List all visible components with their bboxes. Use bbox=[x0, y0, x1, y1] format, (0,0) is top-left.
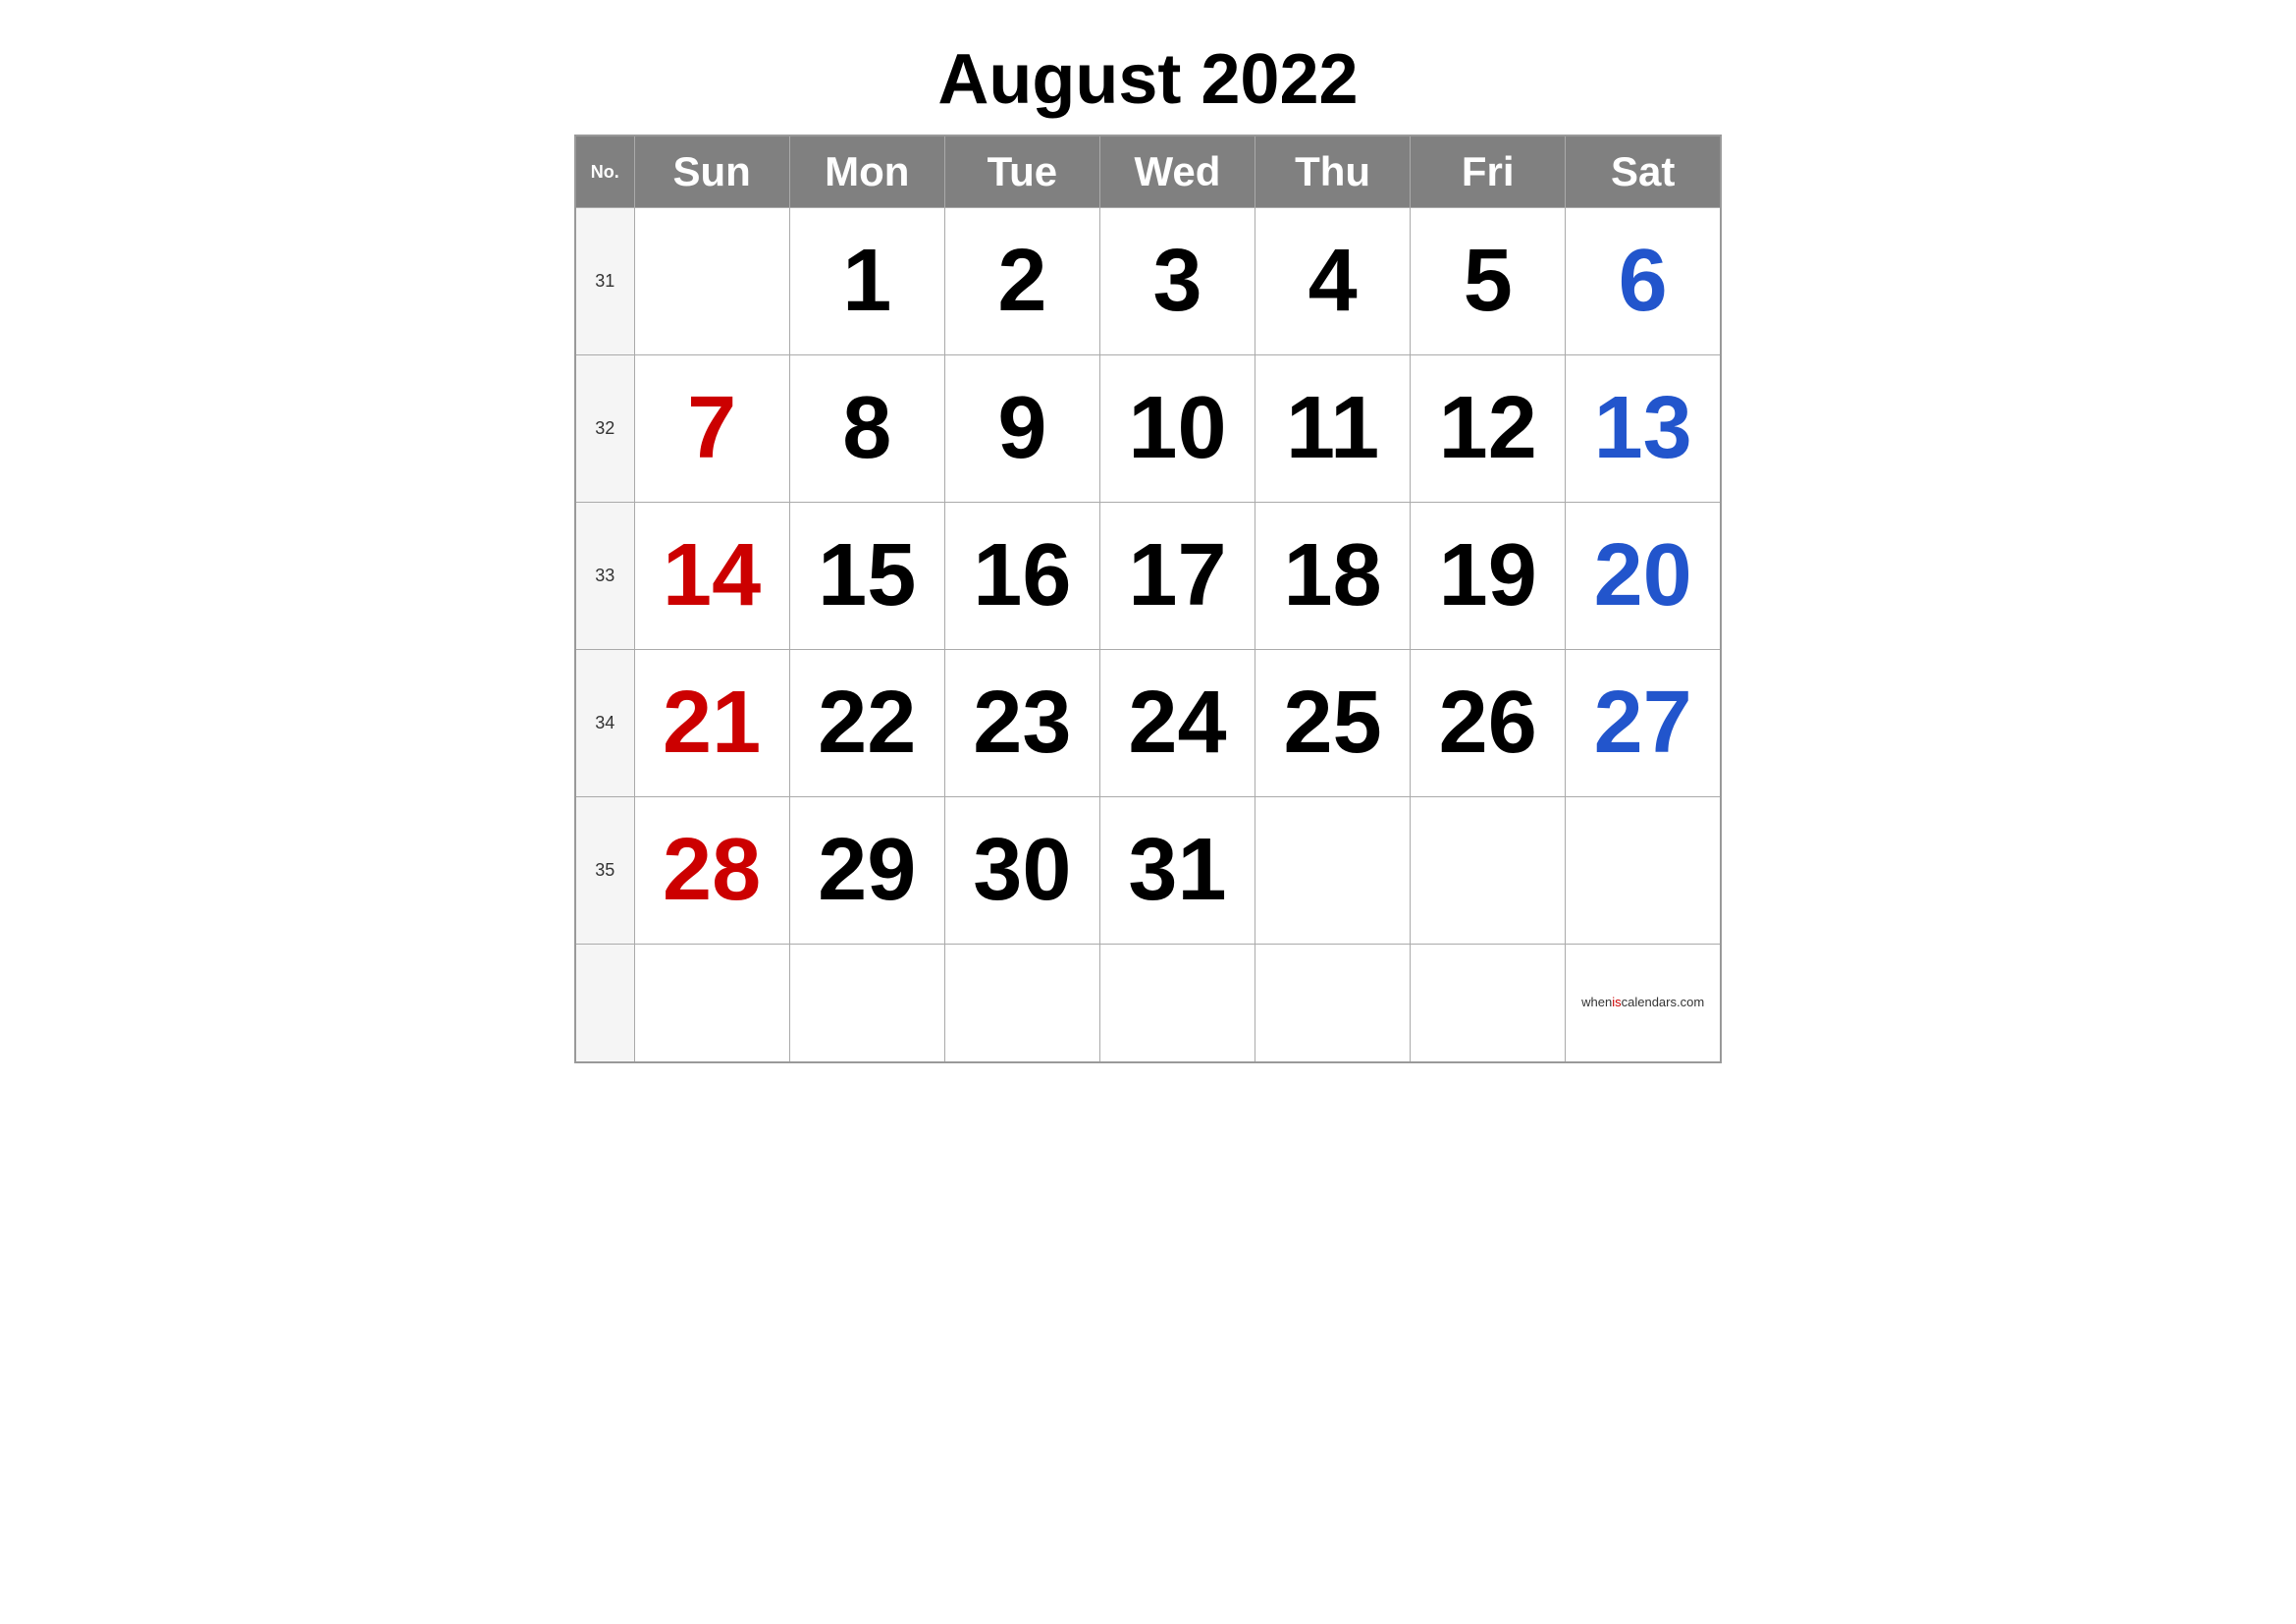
header-wed: Wed bbox=[1099, 135, 1255, 208]
header-thu: Thu bbox=[1255, 135, 1411, 208]
day-cell: 29 bbox=[789, 797, 944, 945]
header-mon: Mon bbox=[789, 135, 944, 208]
header-row: No. Sun Mon Tue Wed Thu Fri Sat bbox=[575, 135, 1721, 208]
day-cell: 31 bbox=[1099, 797, 1255, 945]
day-cell: 17 bbox=[1099, 503, 1255, 650]
day-cell: 28 bbox=[634, 797, 789, 945]
last-row: wheniscalendars.com bbox=[575, 945, 1721, 1062]
week-row: 31 123456 bbox=[575, 208, 1721, 355]
day-cell: 9 bbox=[944, 355, 1099, 503]
watermark-text: wheniscalendars.com bbox=[1581, 995, 1704, 1009]
day-cell: 16 bbox=[944, 503, 1099, 650]
day-cell bbox=[634, 208, 789, 355]
day-cell-empty bbox=[789, 945, 944, 1062]
day-cell: 25 bbox=[1255, 650, 1411, 797]
day-cell: 13 bbox=[1566, 355, 1721, 503]
day-cell: 26 bbox=[1411, 650, 1566, 797]
header-no: No. bbox=[575, 135, 634, 208]
week-number: 31 bbox=[575, 208, 634, 355]
day-cell: 2 bbox=[944, 208, 1099, 355]
week-number: 32 bbox=[575, 355, 634, 503]
day-cell bbox=[1411, 797, 1566, 945]
day-cell: 19 bbox=[1411, 503, 1566, 650]
day-cell: 7 bbox=[634, 355, 789, 503]
day-cell-empty bbox=[1411, 945, 1566, 1062]
day-cell-empty bbox=[944, 945, 1099, 1062]
calendar-table: No. Sun Mon Tue Wed Thu Fri Sat 31123456… bbox=[574, 135, 1722, 1063]
week-row: 3528293031 bbox=[575, 797, 1721, 945]
day-cell: 22 bbox=[789, 650, 944, 797]
header-sun: Sun bbox=[634, 135, 789, 208]
day-cell: 20 bbox=[1566, 503, 1721, 650]
day-cell: 27 bbox=[1566, 650, 1721, 797]
day-cell-empty bbox=[1099, 945, 1255, 1062]
day-cell: 11 bbox=[1255, 355, 1411, 503]
week-number: 33 bbox=[575, 503, 634, 650]
day-cell: 3 bbox=[1099, 208, 1255, 355]
day-cell: 15 bbox=[789, 503, 944, 650]
day-cell: 5 bbox=[1411, 208, 1566, 355]
day-cell-empty bbox=[634, 945, 789, 1062]
week-row: 3314151617181920 bbox=[575, 503, 1721, 650]
week-number-empty bbox=[575, 945, 634, 1062]
day-cell: 10 bbox=[1099, 355, 1255, 503]
week-row: 3421222324252627 bbox=[575, 650, 1721, 797]
day-cell: 18 bbox=[1255, 503, 1411, 650]
day-cell: 30 bbox=[944, 797, 1099, 945]
day-cell: 6 bbox=[1566, 208, 1721, 355]
day-cell: 14 bbox=[634, 503, 789, 650]
week-number: 34 bbox=[575, 650, 634, 797]
day-cell: 1 bbox=[789, 208, 944, 355]
day-cell bbox=[1566, 797, 1721, 945]
day-cell: 4 bbox=[1255, 208, 1411, 355]
day-cell bbox=[1255, 797, 1411, 945]
day-cell: 12 bbox=[1411, 355, 1566, 503]
header-tue: Tue bbox=[944, 135, 1099, 208]
day-cell: 21 bbox=[634, 650, 789, 797]
header-sat: Sat bbox=[1566, 135, 1721, 208]
day-cell-empty bbox=[1255, 945, 1411, 1062]
calendar-container: August 2022 No. Sun Mon Tue Wed Thu Fri … bbox=[574, 20, 1722, 1063]
day-cell: 24 bbox=[1099, 650, 1255, 797]
week-row: 3278910111213 bbox=[575, 355, 1721, 503]
week-number: 35 bbox=[575, 797, 634, 945]
watermark-cell: wheniscalendars.com bbox=[1566, 945, 1721, 1062]
calendar-title: August 2022 bbox=[574, 20, 1722, 135]
day-cell: 23 bbox=[944, 650, 1099, 797]
day-cell: 8 bbox=[789, 355, 944, 503]
header-fri: Fri bbox=[1411, 135, 1566, 208]
